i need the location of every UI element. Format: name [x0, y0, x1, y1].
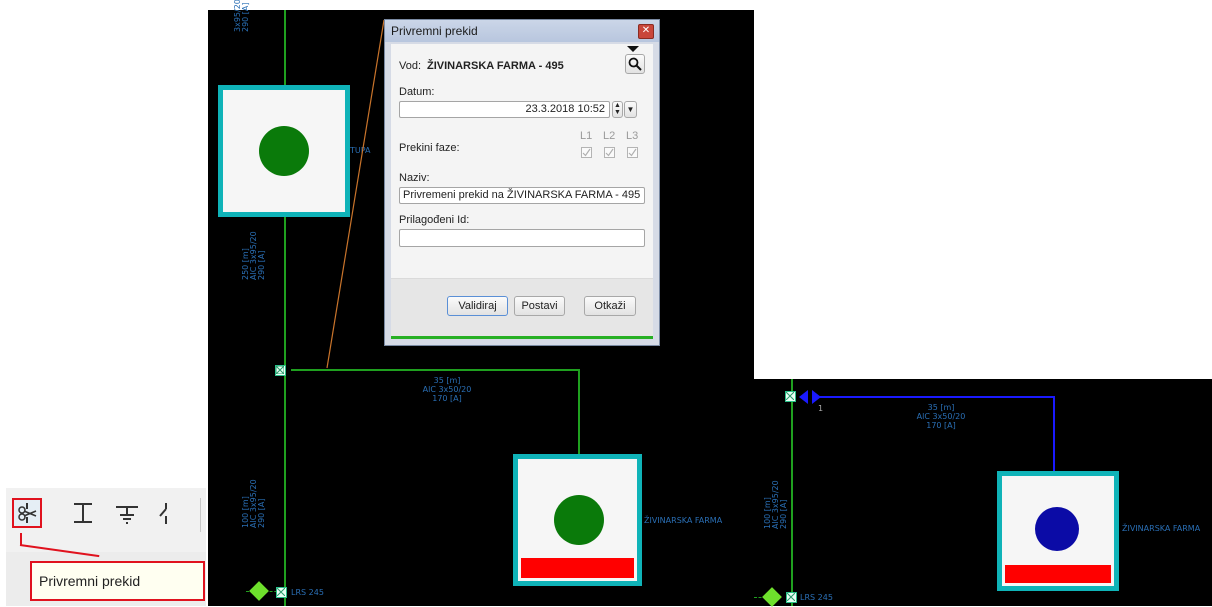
busbar-marker[interactable] [249, 581, 269, 601]
branch-line-blue-drop[interactable] [1053, 396, 1055, 474]
dialog-title: Privremni prekid [391, 24, 478, 38]
node-zivinarska-farma[interactable] [997, 471, 1119, 591]
line-label: 100 [m] AlC 3x95/20 290 [A] [763, 480, 788, 529]
datum-dropdown-button[interactable]: ▼ [624, 101, 637, 118]
temporary-cut-indicator [521, 558, 634, 578]
tooltip-temporary-cut: Privremni prekid [30, 561, 205, 601]
phase-l3-checkbox[interactable] [627, 147, 638, 158]
node-status-dot [1035, 507, 1079, 551]
datum-field[interactable]: 23.3.2018 10:52 [399, 101, 610, 118]
disconnector-icon[interactable] [70, 501, 94, 525]
temporary-cut-dialog: Privremni prekid ✕ Vod: ŽIVINARSKA FARMA… [384, 19, 660, 346]
node-zivinarska-farma[interactable] [513, 454, 642, 586]
temporary-cut-indicator [1005, 565, 1111, 583]
naziv-label: Naziv: [399, 172, 430, 184]
temporary-cut-marker[interactable] [798, 389, 824, 405]
progress-strip [391, 336, 653, 339]
dialog-titlebar[interactable]: Privremni prekid ✕ [385, 20, 659, 42]
dialog-footer: Validiraj Postavi Otkaži [391, 278, 653, 339]
temporary-cut-icon[interactable] [12, 498, 42, 528]
search-button[interactable] [625, 54, 645, 74]
node-farm-label: ŽIVINARSKA FARMA [1122, 524, 1201, 533]
phase-header-l2: L2 [603, 130, 616, 142]
bottom-switch[interactable] [276, 587, 287, 598]
datum-label: Datum: [399, 86, 435, 98]
branch-switch[interactable] [785, 391, 796, 402]
caret-down-icon[interactable] [627, 46, 639, 53]
dialog-body: Vod: ŽIVINARSKA FARMA - 495 Datum: 23.3.… [391, 44, 653, 339]
vod-label: Vod: [399, 60, 422, 72]
prilagodjeni-label: Prilagođeni Id: [399, 214, 470, 226]
naziv-field[interactable]: Privremeni prekid na ŽIVINARSKA FARMA - … [399, 187, 645, 204]
phase-header-l1: L1 [580, 130, 593, 142]
validate-button[interactable]: Validiraj [447, 296, 508, 316]
marker-number: 1 [818, 404, 824, 413]
bottom-station-label: LRS 245 [800, 593, 833, 602]
phase-l1-checkbox[interactable] [581, 147, 592, 158]
toolbar-separator [200, 498, 201, 532]
switch-icon[interactable] [152, 501, 176, 525]
diagram-panel-right: 100 [m] AlC 3x95/20 290 [A] 35 [m] AlC 3… [754, 379, 1212, 607]
set-button[interactable]: Postavi [514, 296, 565, 316]
phase-header-l3: L3 [626, 130, 639, 142]
node-status-dot [554, 495, 604, 545]
datum-spinner[interactable]: ▲ ▼ [612, 101, 623, 118]
phase-l2-checkbox[interactable] [604, 147, 615, 158]
busbar-marker[interactable] [762, 587, 782, 607]
vod-value: ŽIVINARSKA FARMA - 495 [427, 60, 564, 72]
cancel-button[interactable]: Otkaži [584, 296, 636, 316]
grounding-icon[interactable] [114, 501, 138, 525]
lower-line-label: 100 [m] AlC 3x95/20 290 [A] [241, 479, 266, 528]
main-feeder-line[interactable] [791, 379, 793, 606]
search-icon [628, 57, 642, 71]
bottom-switch[interactable] [786, 592, 797, 603]
node-farm-label: ŽIVINARSKA FARMA [644, 516, 723, 525]
phases-label: Prekini faze: [399, 142, 460, 154]
branch-line-label: 35 [m] AlC 3x50/20 170 [A] [916, 403, 966, 430]
bottom-station-label: LRS 245 [291, 588, 324, 597]
close-button[interactable]: ✕ [638, 24, 654, 39]
prilagodjeni-field[interactable] [399, 229, 645, 247]
branch-line-blue[interactable] [814, 396, 1054, 398]
